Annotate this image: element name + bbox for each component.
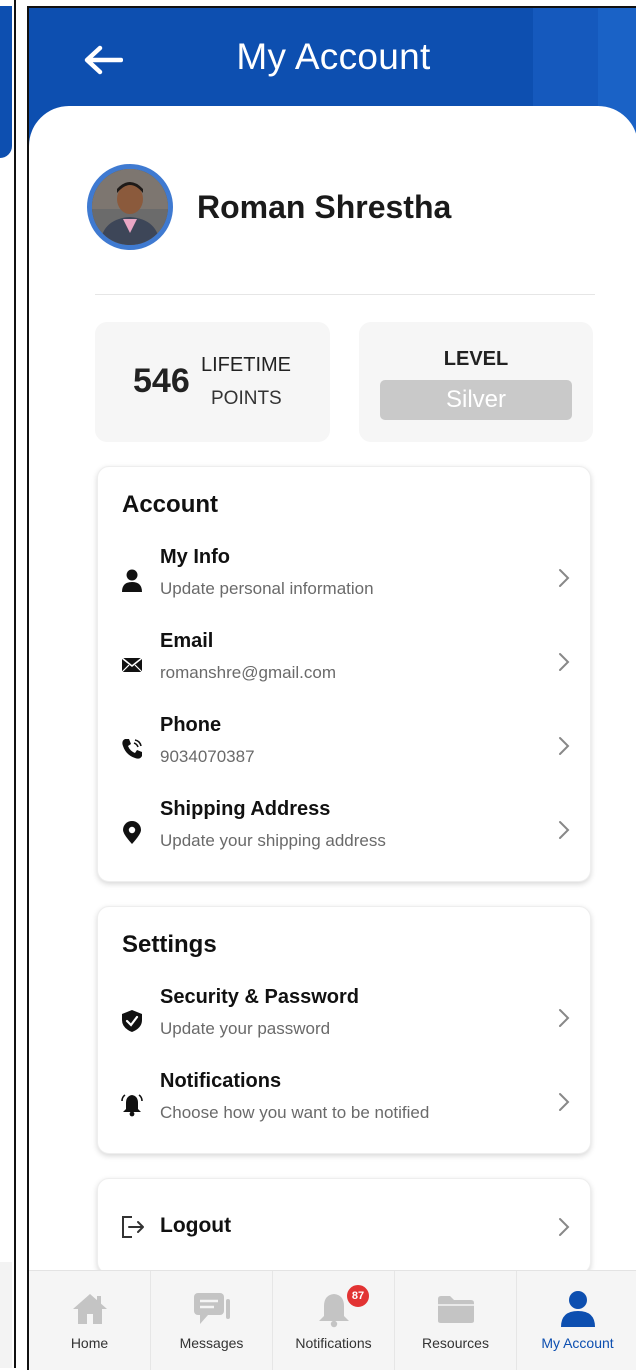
previous-screen-header bbox=[0, 6, 12, 158]
nav-home[interactable]: Home bbox=[29, 1271, 151, 1370]
notifications-subtitle: Choose how you want to be notified bbox=[160, 1103, 430, 1122]
email-value: romanshre@gmail.com bbox=[160, 663, 336, 682]
chevron-right-icon bbox=[559, 821, 570, 839]
envelope-icon bbox=[120, 653, 144, 677]
previous-screen-nav bbox=[0, 1262, 12, 1368]
nav-messages[interactable]: Messages bbox=[151, 1271, 273, 1370]
shipping-address-subtitle: Update your shipping address bbox=[160, 831, 386, 850]
logout-card: Logout bbox=[97, 1178, 591, 1274]
nav-resources[interactable]: Resources bbox=[395, 1271, 517, 1370]
logout-icon bbox=[122, 1216, 144, 1238]
location-pin-icon bbox=[120, 821, 144, 845]
chevron-right-icon bbox=[559, 569, 570, 587]
notifications-settings-row[interactable]: Notifications Choose how you want to be … bbox=[98, 1063, 590, 1143]
phone-value: 9034070387 bbox=[160, 747, 255, 766]
logout-button[interactable]: Logout bbox=[98, 1179, 590, 1275]
chevron-right-icon bbox=[559, 737, 570, 755]
phone-screen: My Account Roman Shrestha 546 LIFETIME P… bbox=[27, 6, 636, 1370]
chevron-right-icon bbox=[559, 1093, 570, 1111]
person-icon bbox=[120, 569, 144, 593]
folder-icon bbox=[437, 1296, 474, 1323]
nav-resources-label: Resources bbox=[422, 1335, 489, 1351]
security-password-subtitle: Update your password bbox=[160, 1019, 331, 1038]
profile-section: Roman Shrestha bbox=[87, 164, 451, 250]
chevron-right-icon bbox=[559, 653, 570, 671]
nav-notifications-label: Notifications bbox=[295, 1335, 372, 1351]
page-title: My Account bbox=[236, 36, 431, 77]
settings-section-title: Settings bbox=[122, 931, 217, 958]
points-label-line2: POINTS bbox=[211, 388, 282, 409]
email-label: Email bbox=[160, 630, 214, 652]
nav-my-account[interactable]: My Account bbox=[517, 1271, 636, 1370]
security-password-label: Security & Password bbox=[160, 986, 359, 1008]
bottom-navigation: Home Messages 87 Notifications Resources… bbox=[29, 1270, 636, 1370]
points-value: 546 bbox=[133, 362, 190, 400]
phone-icon bbox=[120, 737, 144, 761]
notifications-label: Notifications bbox=[160, 1070, 282, 1092]
nav-my-account-label: My Account bbox=[541, 1335, 614, 1351]
settings-card: Settings Security & Password Update your… bbox=[97, 906, 591, 1154]
account-content: Roman Shrestha 546 LIFETIME POINTS LEVEL… bbox=[29, 106, 636, 1370]
chevron-right-icon bbox=[559, 1009, 570, 1027]
account-section-title: Account bbox=[122, 491, 218, 518]
my-info-subtitle: Update personal information bbox=[160, 579, 374, 598]
chevron-right-icon bbox=[559, 1218, 570, 1236]
previous-screen-edge bbox=[0, 0, 16, 1368]
level-title: LEVEL bbox=[443, 348, 509, 370]
shipping-address-label: Shipping Address bbox=[160, 798, 331, 820]
phone-row[interactable]: Phone 9034070387 bbox=[98, 707, 590, 787]
chat-icon bbox=[193, 1293, 230, 1324]
nav-home-label: Home bbox=[70, 1335, 109, 1351]
my-info-label: My Info bbox=[160, 546, 230, 568]
logout-label: Logout bbox=[160, 1214, 232, 1237]
security-password-row[interactable]: Security & Password Update your password bbox=[98, 979, 590, 1059]
nav-messages-label: Messages bbox=[179, 1335, 244, 1351]
avatar[interactable] bbox=[87, 164, 173, 250]
profile-name: Roman Shrestha bbox=[197, 188, 452, 225]
email-row[interactable]: Email romanshre@gmail.com bbox=[98, 623, 590, 703]
lifetime-points-card: 546 LIFETIME POINTS bbox=[95, 322, 330, 442]
account-card: Account My Info Update personal informat… bbox=[97, 466, 591, 882]
profile-divider bbox=[95, 294, 595, 295]
level-card: LEVEL Silver bbox=[359, 322, 593, 442]
points-label-line1: LIFETIME bbox=[201, 354, 292, 376]
person-icon bbox=[560, 1291, 595, 1327]
nav-notifications[interactable]: 87 Notifications bbox=[273, 1271, 395, 1370]
shield-icon bbox=[120, 1009, 144, 1033]
level-badge: Silver bbox=[380, 380, 572, 420]
shipping-address-row[interactable]: Shipping Address Update your shipping ad… bbox=[98, 791, 590, 871]
my-info-row[interactable]: My Info Update personal information bbox=[98, 539, 590, 619]
notification-count-badge: 87 bbox=[345, 1283, 371, 1309]
bell-icon bbox=[120, 1093, 144, 1117]
phone-label: Phone bbox=[160, 714, 222, 736]
home-icon bbox=[72, 1294, 107, 1324]
